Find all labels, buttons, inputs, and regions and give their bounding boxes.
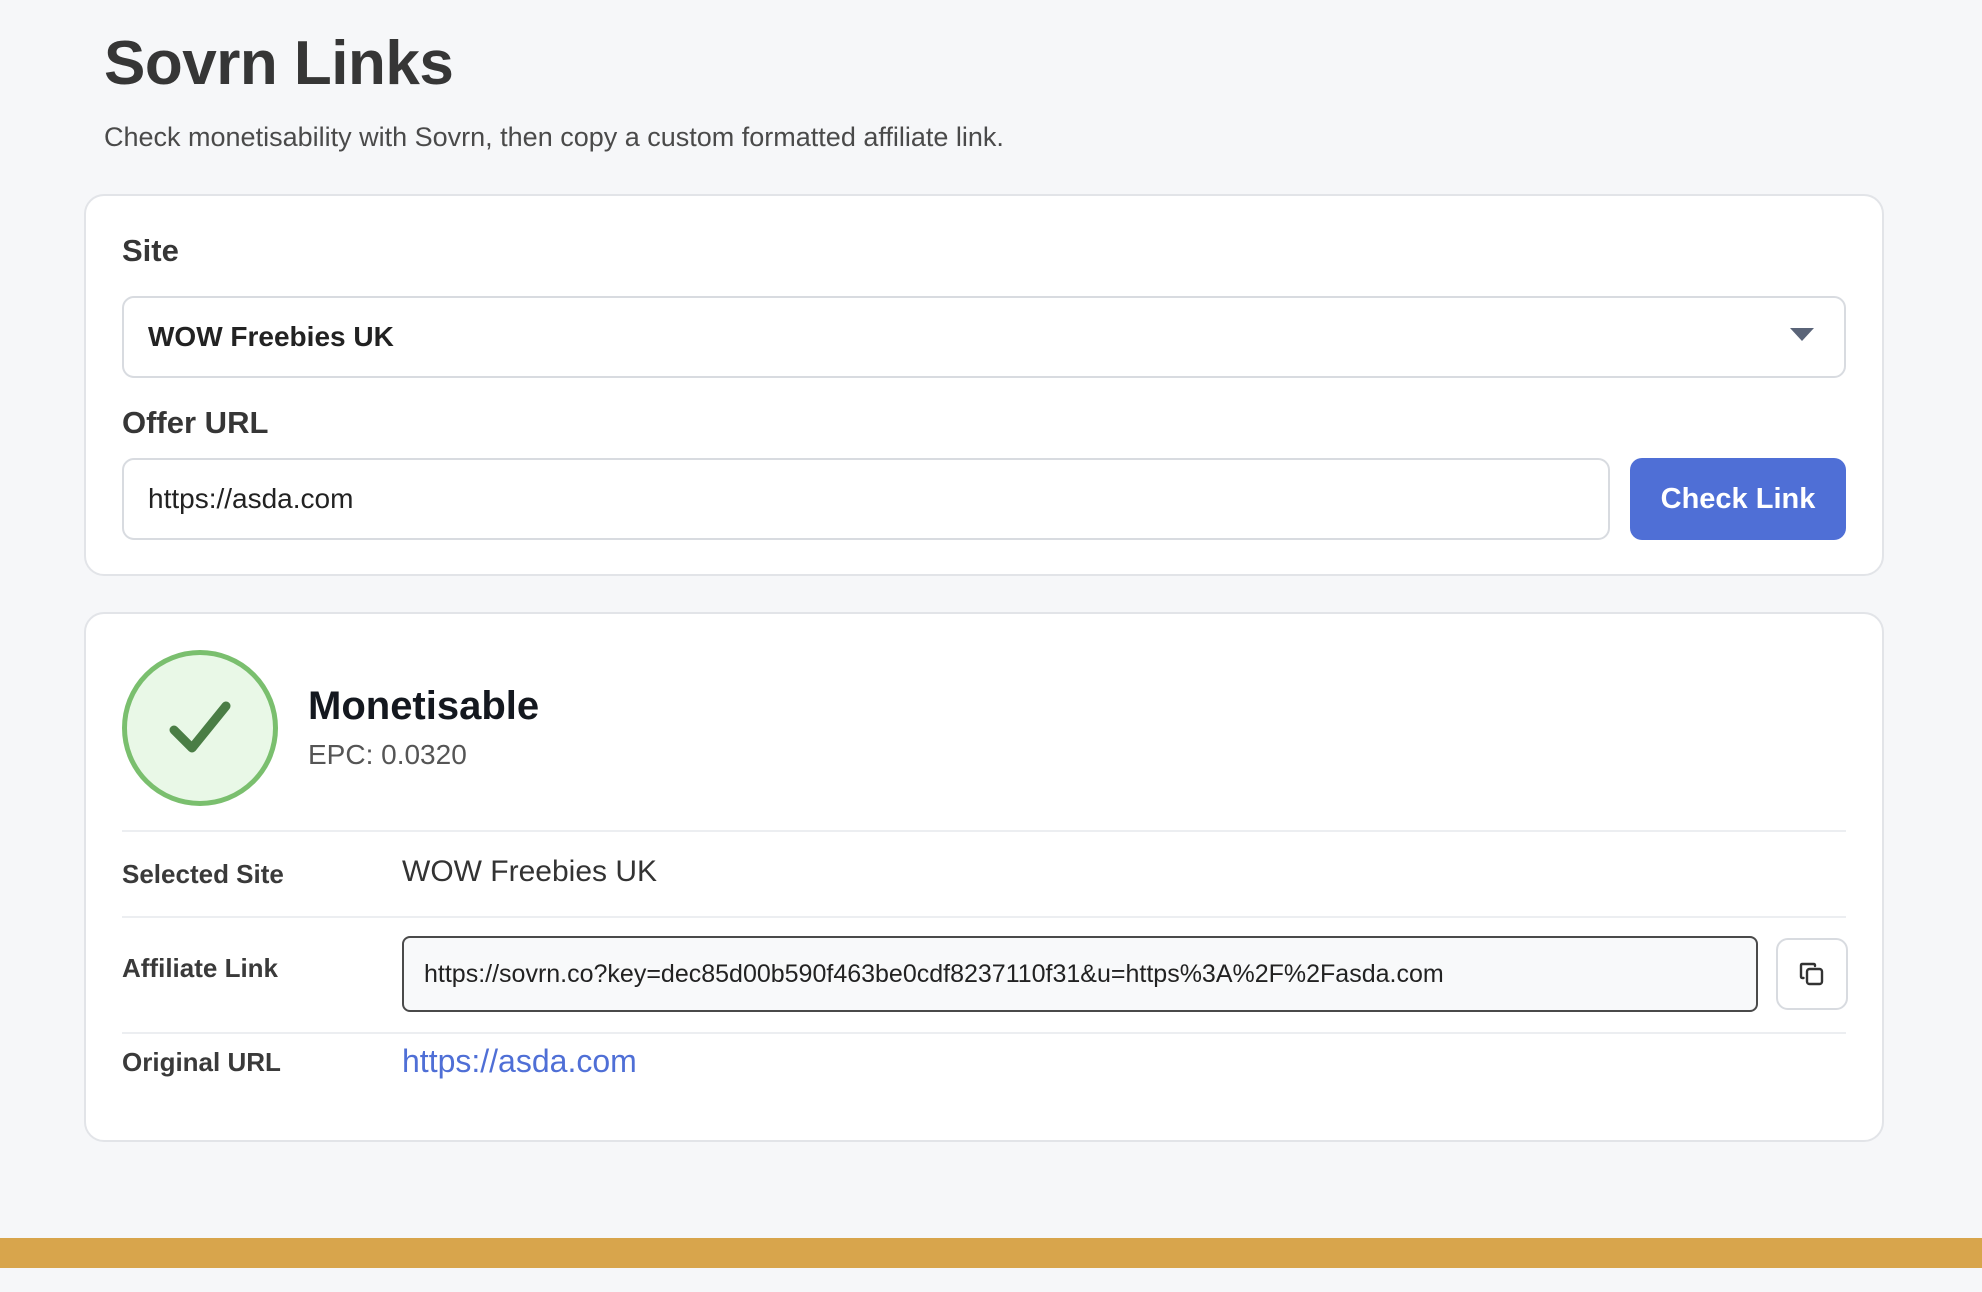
chevron-down-icon <box>1790 328 1814 341</box>
divider <box>122 916 1846 918</box>
page-title: Sovrn Links <box>104 29 454 98</box>
offer-url-label: Offer URL <box>122 405 269 440</box>
selected-site-value: WOW Freebies UK <box>402 855 658 888</box>
page: Sovrn Links Check monetisability with So… <box>0 0 1982 1292</box>
original-url-link[interactable]: https://asda.com <box>402 1042 637 1080</box>
epc-value: EPC: 0.0320 <box>308 739 467 770</box>
footer-bar <box>0 1238 1982 1268</box>
status-indicator <box>122 650 278 806</box>
copy-icon <box>1799 962 1824 986</box>
site-select-value: WOW Freebies UK <box>148 321 394 352</box>
site-label: Site <box>122 233 179 268</box>
original-url-label: Original URL <box>122 1047 281 1077</box>
header: Sovrn Links Check monetisability with So… <box>104 26 1004 154</box>
status-title: Monetisable <box>308 684 540 728</box>
copy-button[interactable] <box>1776 938 1848 1010</box>
offer-url-input[interactable] <box>122 458 1610 540</box>
affiliate-link-field[interactable] <box>402 936 1758 1012</box>
site-select[interactable]: WOW Freebies UK <box>122 296 1846 378</box>
selected-site-label: Selected Site <box>122 859 284 889</box>
link-form-card: Site WOW Freebies UK Offer URL Check Lin… <box>84 194 1884 576</box>
page-subtitle: Check monetisability with Sovrn, then co… <box>104 122 1004 152</box>
divider <box>122 830 1846 832</box>
check-link-button[interactable]: Check Link <box>1630 458 1846 540</box>
check-icon <box>169 701 231 753</box>
affiliate-link-label: Affiliate Link <box>122 953 279 983</box>
divider <box>122 1032 1846 1034</box>
result-card: Monetisable EPC: 0.0320 Selected Site WO… <box>84 612 1884 1142</box>
